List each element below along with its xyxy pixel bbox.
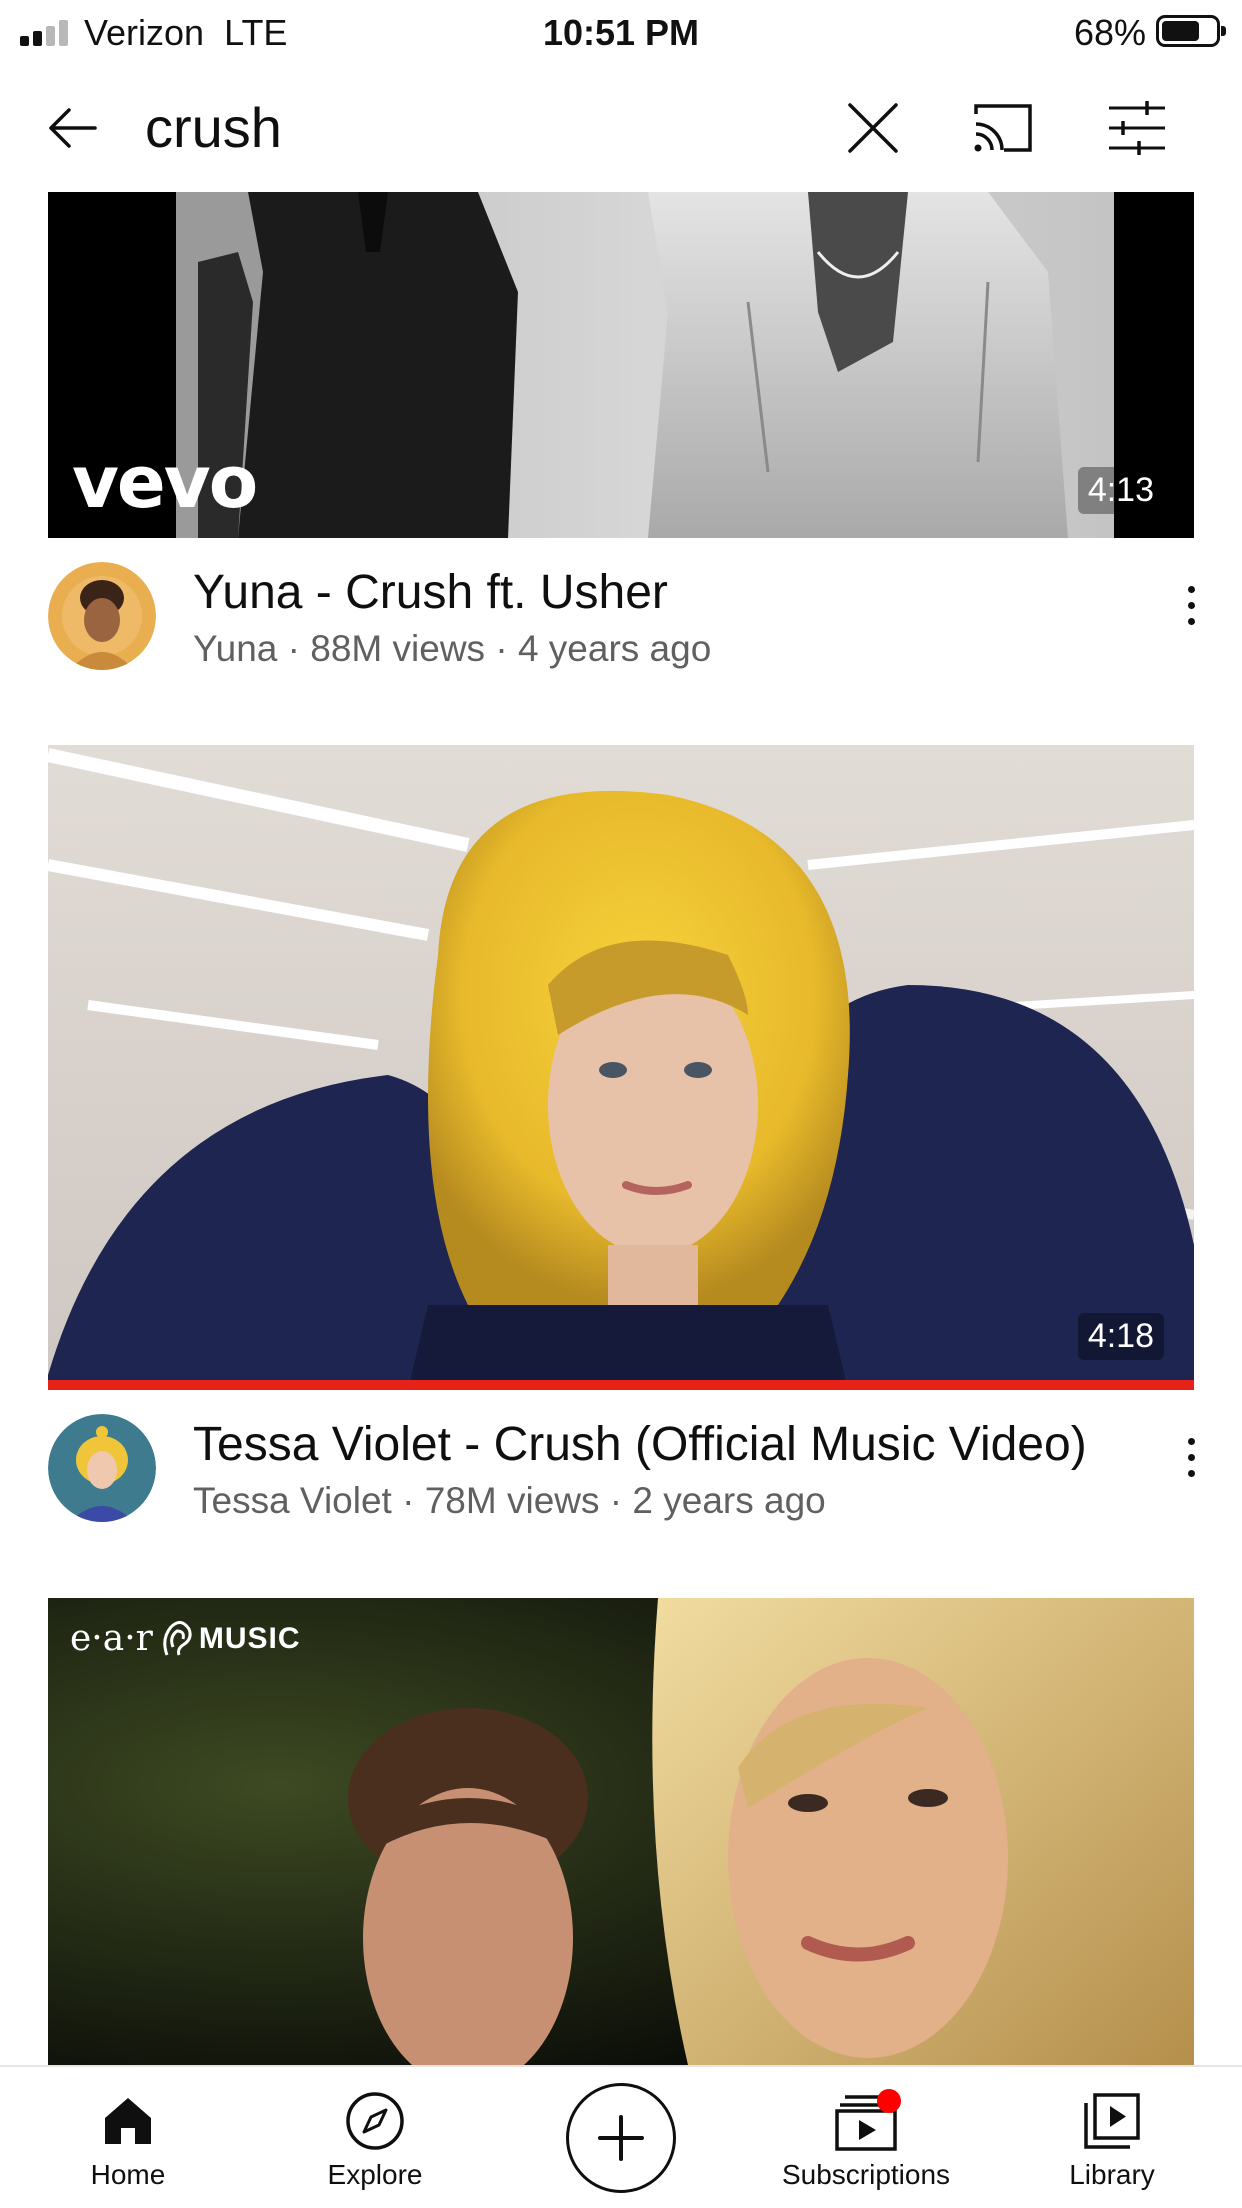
ear-music-logo: e·a·r MUSIC: [70, 1618, 301, 1659]
cast-button[interactable]: [963, 88, 1043, 168]
search-header: crush: [0, 66, 1242, 190]
cast-icon: [974, 104, 1032, 152]
clear-search-button[interactable]: [833, 88, 913, 168]
nav-label: Home: [90, 2159, 166, 2190]
back-button[interactable]: [33, 88, 113, 168]
nav-label: Explore: [327, 2159, 423, 2190]
status-bar: Verizon LTE 10:51 PM 68%: [0, 0, 1242, 66]
nav-label: Subscriptions: [781, 2159, 951, 2190]
create-button[interactable]: [566, 2083, 676, 2193]
nav-home[interactable]: Home: [18, 2067, 238, 2208]
nav-label: Library: [1069, 2159, 1155, 2190]
create-plus-icon: [598, 2115, 644, 2161]
nav-library[interactable]: Library: [1002, 2067, 1222, 2208]
nav-explore[interactable]: Explore: [265, 2067, 485, 2208]
home-icon: [105, 2098, 151, 2144]
video-subline: Tessa Violet · 78M views · 2 years ago: [193, 1480, 826, 1521]
video-subline: Yuna · 88M views · 4 years ago: [193, 628, 712, 669]
notification-badge: [877, 2089, 901, 2113]
battery-percentage: 68%: [1073, 12, 1146, 53]
bottom-navigation: Home Explore Subscriptions Library: [0, 2065, 1242, 2208]
close-icon: [848, 103, 898, 153]
vevo-logo: vevo: [72, 440, 258, 524]
upload-age: 2 years ago: [632, 1480, 826, 1521]
video-meta: Tessa Violet - Crush (Official Music Vid…: [0, 1414, 1242, 1544]
channel-avatar[interactable]: [48, 562, 156, 670]
video-thumbnail[interactable]: e·a·r MUSIC: [48, 1598, 1194, 2065]
video-thumbnail[interactable]: vevo 4:13: [48, 192, 1194, 538]
channel-name[interactable]: Yuna: [193, 628, 277, 669]
battery-icon: [1156, 15, 1226, 47]
thumbnail-image: [48, 1598, 1194, 2065]
compass-icon: [346, 2092, 404, 2150]
upload-age: 4 years ago: [517, 628, 712, 669]
search-query-input[interactable]: crush: [145, 92, 282, 164]
watched-progress-bar: [48, 1380, 1194, 1390]
nav-subscriptions[interactable]: Subscriptions: [756, 2067, 976, 2208]
video-title[interactable]: Tessa Violet - Crush (Official Music Vid…: [193, 1416, 1153, 1474]
video-thumbnail[interactable]: 4:18: [48, 745, 1194, 1390]
video-meta: Yuna - Crush ft. Usher Yuna · 88M views …: [0, 562, 1242, 692]
channel-name[interactable]: Tessa Violet: [193, 1480, 392, 1521]
channel-avatar[interactable]: [48, 1414, 156, 1522]
thumbnail-image: [48, 745, 1194, 1390]
library-icon: [1084, 2093, 1140, 2149]
ear-logo-icon: [163, 1620, 192, 1656]
view-count: 78M views: [424, 1480, 600, 1521]
back-arrow-icon: [49, 108, 97, 148]
clock: 10:51 PM: [542, 12, 700, 53]
video-duration: 4:18: [1077, 1313, 1164, 1360]
view-count: 88M views: [310, 628, 486, 669]
video-title[interactable]: Yuna - Crush ft. Usher: [193, 564, 1153, 622]
more-options-button[interactable]: [1166, 570, 1216, 640]
filter-button[interactable]: [1097, 88, 1177, 168]
more-options-button[interactable]: [1166, 1422, 1216, 1492]
video-duration: 4:13: [1077, 467, 1164, 514]
filter-sliders-icon: [1109, 101, 1165, 155]
